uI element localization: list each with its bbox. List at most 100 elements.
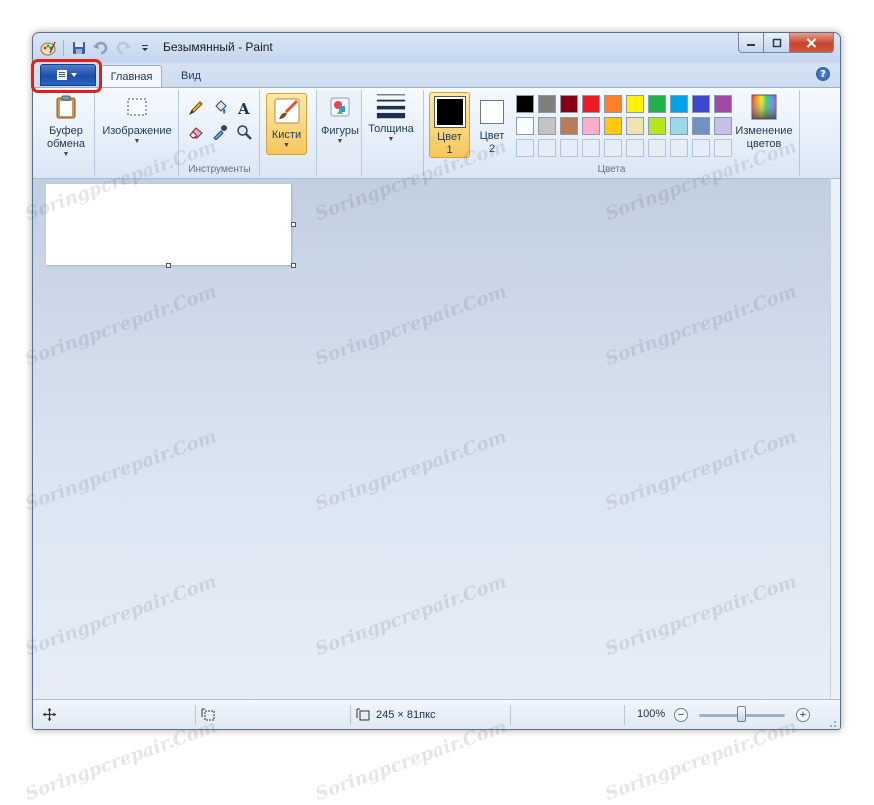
palette-custom-slot[interactable]	[604, 139, 622, 157]
palette-swatch[interactable]	[626, 117, 644, 135]
colors-group-label: Цвета	[597, 164, 626, 175]
size-button[interactable]: Толщина ▼	[365, 90, 417, 144]
brushes-button[interactable]: Кисти ▼	[266, 93, 307, 155]
color2-swatch-frame	[480, 100, 504, 124]
svg-text:A: A	[237, 100, 250, 116]
palette-custom-slot[interactable]	[692, 139, 710, 157]
size-icon	[376, 90, 406, 120]
palette-swatch[interactable]	[648, 95, 666, 113]
image-dropdown-icon: ▼	[133, 138, 141, 145]
palette-swatch[interactable]	[516, 95, 534, 113]
color2-button[interactable]: Цвет 2	[474, 95, 510, 156]
shapes-button[interactable]: Фигуры ▼	[318, 92, 362, 146]
tab-view[interactable]: Вид	[169, 65, 213, 87]
clipboard-dropdown-icon: ▼	[62, 151, 70, 158]
cursor-position	[43, 708, 56, 721]
zoom-slider-thumb[interactable]	[737, 706, 746, 722]
status-separator	[350, 705, 351, 725]
pencil-icon[interactable]	[186, 98, 206, 118]
text-icon[interactable]: A	[234, 98, 254, 118]
image-button[interactable]: Изображение ▼	[99, 92, 175, 146]
undo-icon[interactable]	[92, 39, 110, 57]
palette-custom-slot[interactable]	[670, 139, 688, 157]
edit-colors-button[interactable]: Изменение цветов	[730, 92, 798, 151]
resize-grip-icon[interactable]	[827, 718, 837, 728]
image-size: 245 × 81пкс	[356, 708, 436, 721]
palette-swatch[interactable]	[692, 117, 710, 135]
save-icon[interactable]	[70, 39, 88, 57]
color2-label-1: Цвет	[479, 130, 505, 142]
zoom-out-icon[interactable]: −	[674, 708, 688, 722]
palette-custom-slot[interactable]	[516, 139, 534, 157]
ribbon: Буфер обмена ▼ Изображение ▼ A Инструмен…	[33, 87, 840, 179]
zoom-in-icon[interactable]: +	[796, 708, 810, 722]
resize-handle-right[interactable]	[291, 222, 296, 227]
palette-swatch[interactable]	[626, 95, 644, 113]
fill-icon[interactable]	[210, 98, 230, 118]
palette-swatch[interactable]	[604, 117, 622, 135]
palette-swatch[interactable]	[670, 95, 688, 113]
maximize-icon[interactable]	[764, 33, 790, 53]
resize-handle-corner[interactable]	[291, 263, 296, 268]
palette-swatch[interactable]	[582, 117, 600, 135]
color1-swatch-frame	[433, 96, 466, 128]
palette-custom-slot[interactable]	[582, 139, 600, 157]
paint-app-icon[interactable]	[39, 39, 57, 57]
resize-handle-bottom[interactable]	[166, 263, 171, 268]
palette-swatch[interactable]	[516, 117, 534, 135]
clipboard-group: Буфер обмена ▼	[37, 90, 95, 176]
vertical-scrollbar[interactable]	[830, 179, 840, 699]
palette-swatch[interactable]	[648, 117, 666, 135]
palette-swatch[interactable]	[560, 117, 578, 135]
edit-colors-label-2: цветов	[746, 138, 782, 150]
palette-swatch[interactable]	[538, 117, 556, 135]
close-icon[interactable]	[790, 33, 834, 53]
palette-swatch[interactable]	[560, 95, 578, 113]
color2-swatch	[482, 102, 502, 122]
app-menu-highlight	[31, 59, 102, 93]
palette-swatch[interactable]	[692, 95, 710, 113]
image-size-value: 245 × 81пкс	[376, 708, 436, 721]
color-picker-icon[interactable]	[210, 122, 230, 142]
help-icon[interactable]: ?	[816, 67, 830, 81]
status-separator	[510, 705, 511, 725]
clipboard-icon	[51, 92, 81, 122]
palette-swatch[interactable]	[604, 95, 622, 113]
minimize-icon[interactable]	[738, 33, 764, 53]
palette-custom-slot[interactable]	[538, 139, 556, 157]
palette-swatch[interactable]	[538, 95, 556, 113]
selection-size-icon	[201, 708, 215, 721]
size-dropdown-icon: ▼	[387, 136, 395, 143]
color1-label-2: 1	[446, 144, 453, 156]
clipboard-label: Буфер обмена	[46, 125, 86, 150]
palette-custom-slot[interactable]	[626, 139, 644, 157]
palette-custom-slot[interactable]	[560, 139, 578, 157]
tools-group: A Инструменты	[180, 90, 260, 176]
palette-swatch[interactable]	[582, 95, 600, 113]
eraser-icon[interactable]	[186, 122, 206, 142]
status-separator	[624, 705, 625, 725]
status-separator	[195, 705, 196, 725]
redo-icon[interactable]	[114, 39, 132, 57]
status-bar: 245 × 81пкс 100% − +	[33, 699, 840, 729]
brushes-label: Кисти	[271, 129, 302, 141]
customize-qat-icon[interactable]	[136, 39, 154, 57]
shapes-group: Фигуры ▼	[316, 90, 362, 176]
quick-access-toolbar	[39, 39, 154, 57]
size-label: Толщина	[368, 123, 414, 135]
magnifier-icon[interactable]	[234, 122, 254, 142]
tab-home[interactable]: Главная	[101, 65, 162, 87]
brushes-icon	[272, 96, 302, 126]
window-controls	[738, 33, 834, 53]
shapes-icon	[325, 92, 355, 122]
image-group: Изображение ▼	[95, 90, 179, 176]
drawing-canvas[interactable]	[46, 184, 291, 265]
palette-custom-slot[interactable]	[648, 139, 666, 157]
clipboard-button[interactable]: Буфер обмена ▼	[39, 92, 93, 159]
color1-button[interactable]: Цвет 1	[429, 92, 470, 158]
cursor-position-icon	[43, 708, 56, 721]
zoom-value: 100%	[637, 708, 666, 720]
palette-swatch[interactable]	[670, 117, 688, 135]
color2-label-2: 2	[488, 143, 496, 155]
title-bar: Безымянный - Paint	[33, 33, 840, 63]
